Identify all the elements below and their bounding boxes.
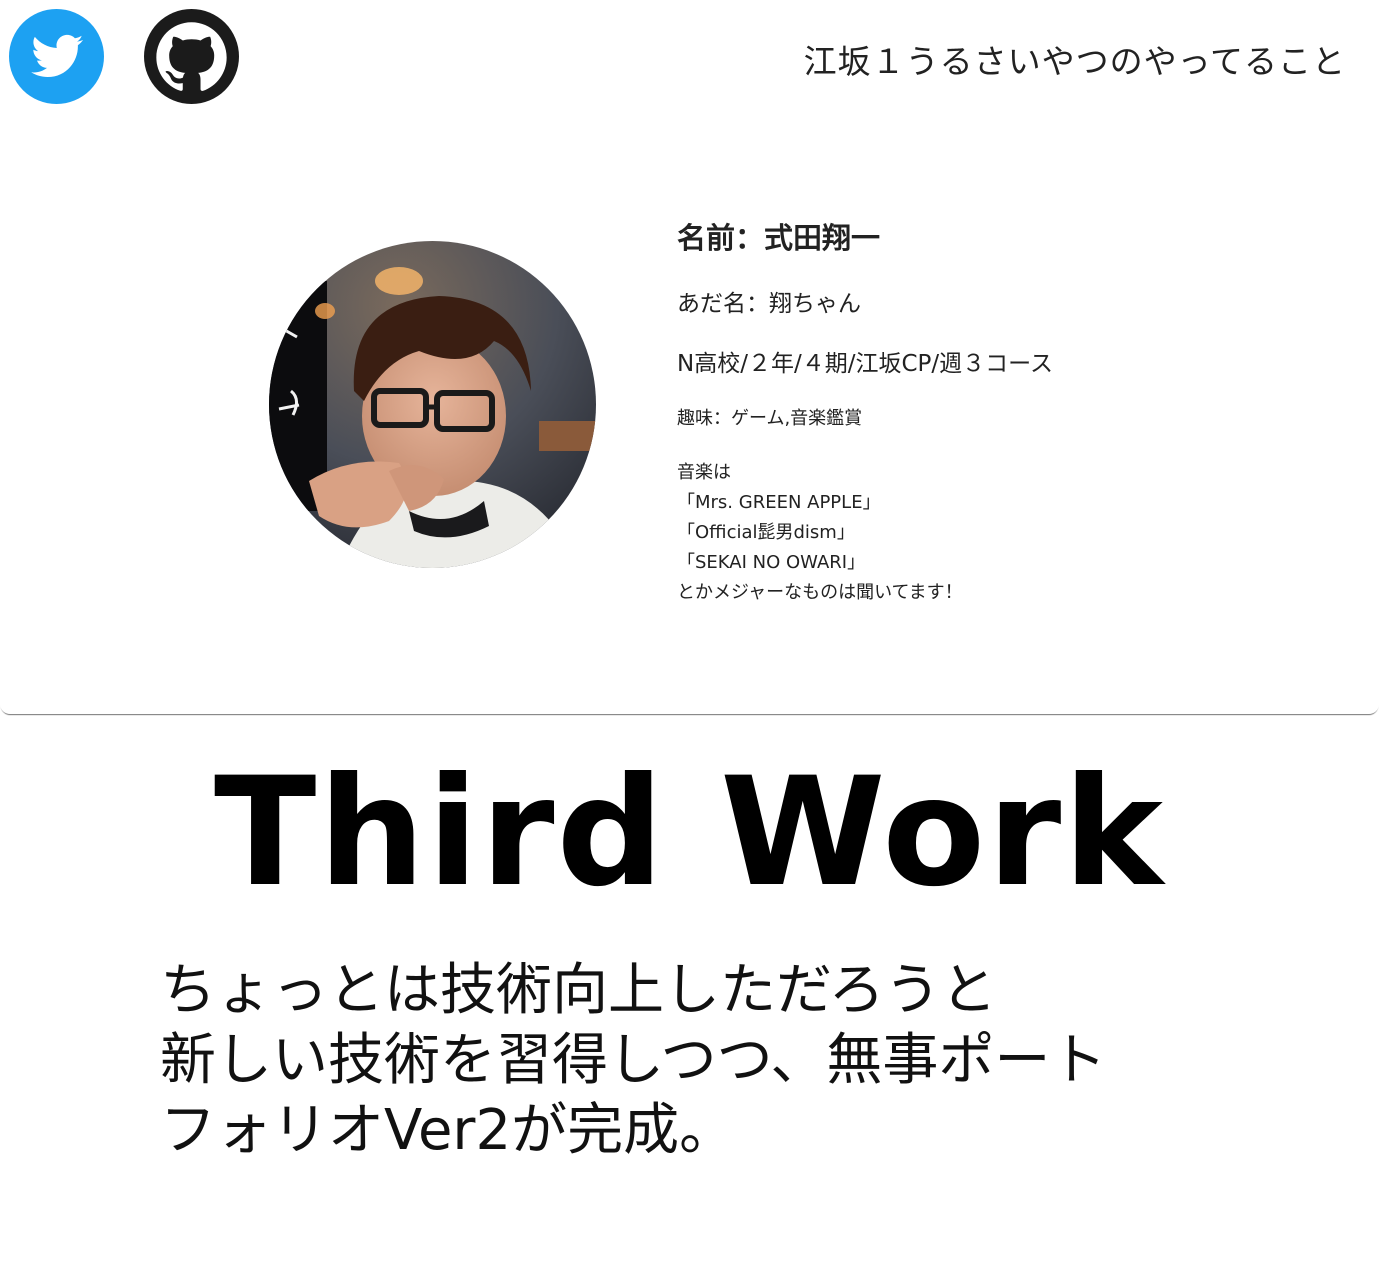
profile-school: N高校/２年/４期/江坂CP/週３コース — [677, 351, 1053, 377]
music-line: 「SEKAI NO OWARI」 — [677, 552, 866, 573]
avatar — [269, 241, 596, 568]
github-icon — [144, 9, 239, 104]
music-line: とかメジャーなものは聞いてます！ — [677, 582, 963, 603]
work-description-line: ちょっとは技術向上しただろうと — [160, 958, 997, 1023]
github-link[interactable] — [144, 9, 239, 104]
profile-card: 江坂１うるさいやつのやってること 名前：式田翔一 あだ名：翔ちゃん N高校/２年… — [0, 0, 1379, 714]
work-title: Third Work — [214, 746, 1165, 920]
work-description-line: 新しい技術を習得しつつ、無事ポート — [160, 1028, 1107, 1093]
work-description: ちょっとは技術向上しただろうと 新しい技術を習得しつつ、無事ポート フォリオVe… — [160, 956, 1310, 1166]
music-line: 「Mrs. GREEN APPLE」 — [677, 492, 881, 513]
profile-photo — [269, 241, 596, 568]
twitter-icon — [9, 9, 104, 104]
page: 江坂１うるさいやつのやってること 名前：式田翔一 あだ名：翔ちゃん N高校/２年… — [0, 0, 1379, 1270]
work-description-line: フォリオVer2が完成。 — [160, 1098, 736, 1163]
profile-music: 音楽は 「Mrs. GREEN APPLE」 「Official髭男dism」 … — [677, 458, 1317, 608]
profile-name: 名前：式田翔一 — [677, 221, 881, 255]
twitter-link[interactable] — [9, 9, 104, 104]
profile-hobby: 趣味：ゲーム,音楽鑑賞 — [677, 408, 863, 429]
music-line: 音楽は — [677, 462, 731, 483]
site-title[interactable]: 江坂１うるさいやつのやってること — [804, 35, 1346, 83]
profile-nickname: あだ名：翔ちゃん — [677, 291, 861, 317]
profile-info: 名前：式田翔一 あだ名：翔ちゃん N高校/２年/４期/江坂CP/週３コース 趣味… — [677, 218, 1317, 608]
music-line: 「Official髭男dism」 — [677, 522, 855, 543]
